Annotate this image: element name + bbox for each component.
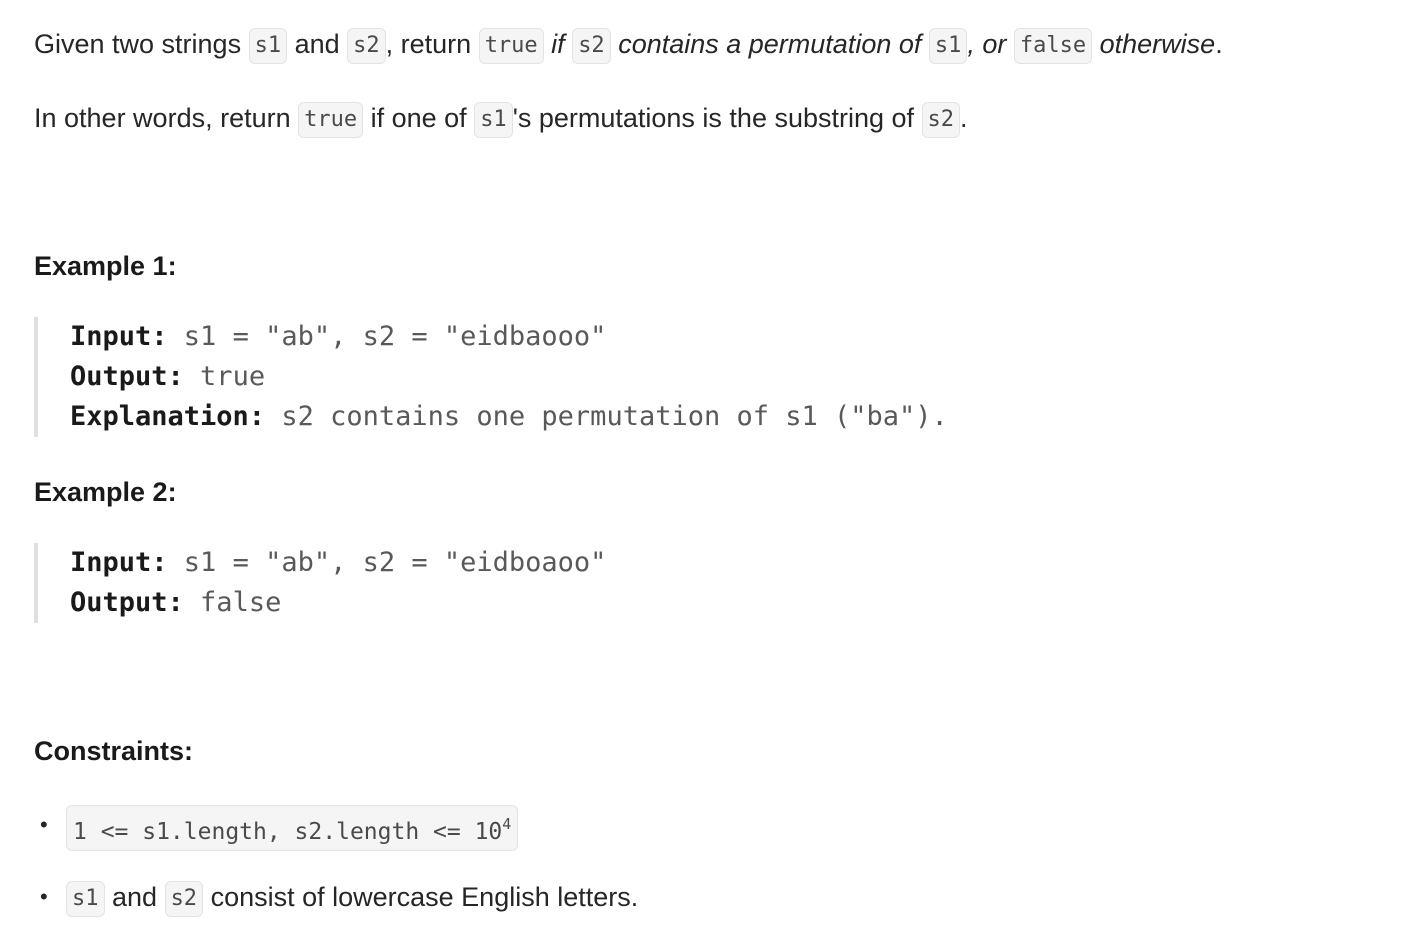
constraint-length-code: 1 <= s1.length, s2.length <= 104 — [66, 805, 519, 851]
problem-statement: Given two strings s1 and s2, return true… — [34, 24, 1223, 64]
statement-text: , return — [385, 29, 479, 59]
clarification-text: In other words, return — [34, 103, 299, 133]
explanation-label: Explanation: — [70, 401, 266, 432]
example-1-heading: Example 1: — [34, 251, 177, 281]
constraint-exponent: 4 — [502, 815, 512, 833]
statement-text: . — [1215, 29, 1223, 59]
example-1-input-line: Input: s1 = "ab", s2 = "eidbaooo" — [70, 317, 948, 357]
inline-code-s1: s1 — [248, 28, 288, 64]
constraints-heading: Constraints: — [34, 736, 194, 766]
example-1-output-line: Output: true — [70, 357, 948, 397]
inline-code-s2: s2 — [572, 28, 611, 64]
problem-clarification: In other words, return true if one of s1… — [34, 98, 968, 138]
statement-italic: otherwise — [1092, 29, 1216, 59]
statement-text: and — [287, 29, 348, 59]
constraint-item-letters: • s1 and s2 consist of lowercase English … — [34, 877, 638, 917]
input-value: s1 = "ab", s2 = "eidbaooo" — [167, 321, 607, 352]
example-1-block: Input: s1 = "ab", s2 = "eidbaooo" Output… — [34, 317, 948, 437]
statement-italic: if — [543, 29, 573, 59]
constraint-length-text: 1 <= s1.length, s2.length <= 10 — [73, 819, 503, 845]
statement-text: Given two strings — [34, 29, 249, 59]
inline-code-s1: s1 — [928, 28, 968, 64]
output-label: Output: — [70, 361, 184, 392]
inline-code-s1: s1 — [474, 102, 513, 138]
input-label: Input: — [70, 321, 168, 352]
input-label: Input: — [70, 547, 168, 578]
clarification-text: if one of — [363, 103, 475, 133]
constraint-item-length: • 1 <= s1.length, s2.length <= 104 — [34, 805, 638, 851]
example-2-heading: Example 2: — [34, 477, 177, 507]
clarification-text: 's permutations is the substring of — [512, 103, 922, 133]
example-2-input-line: Input: s1 = "ab", s2 = "eidboaoo" — [70, 543, 606, 583]
statement-italic: , or — [967, 29, 1014, 59]
output-value: false — [183, 587, 282, 618]
inline-code-false: false — [1013, 28, 1093, 64]
example-2-block: Input: s1 = "ab", s2 = "eidboaoo" Output… — [34, 543, 606, 623]
constraint-text: and — [104, 882, 165, 912]
inline-code-s2: s2 — [347, 28, 386, 64]
constraint-text: consist of lowercase English letters. — [203, 882, 639, 912]
output-value: true — [183, 361, 266, 392]
inline-code-s2: s2 — [164, 881, 204, 917]
example-2-output-line: Output: false — [70, 583, 606, 623]
statement-italic: contains a permutation of — [610, 29, 929, 59]
inline-code-true: true — [478, 28, 544, 64]
inline-code-s1: s1 — [66, 881, 105, 917]
explanation-value: s2 contains one permutation of s1 ("ba")… — [265, 401, 948, 432]
bullet-icon: • — [40, 812, 48, 837]
input-value: s1 = "ab", s2 = "eidboaoo" — [167, 547, 607, 578]
output-label: Output: — [70, 587, 184, 618]
constraints-list: • 1 <= s1.length, s2.length <= 104 • s1 an… — [34, 805, 638, 917]
inline-code-true: true — [298, 102, 364, 138]
example-1-explanation-line: Explanation: s2 contains one permutation… — [70, 397, 948, 437]
inline-code-s2: s2 — [921, 102, 961, 138]
clarification-text: . — [960, 103, 968, 133]
bullet-icon: • — [40, 884, 48, 909]
